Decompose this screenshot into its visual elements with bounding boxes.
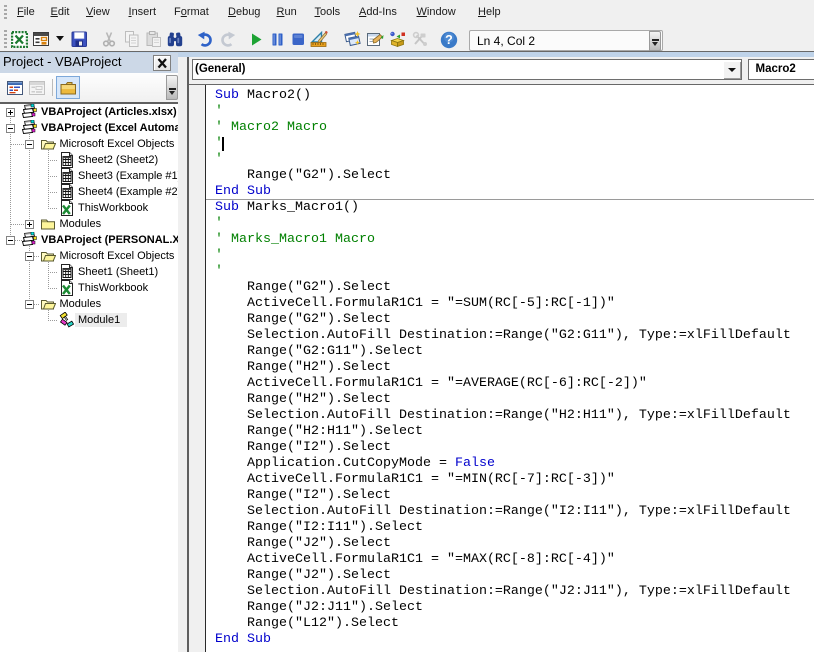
svg-text:?: ? <box>445 33 453 47</box>
